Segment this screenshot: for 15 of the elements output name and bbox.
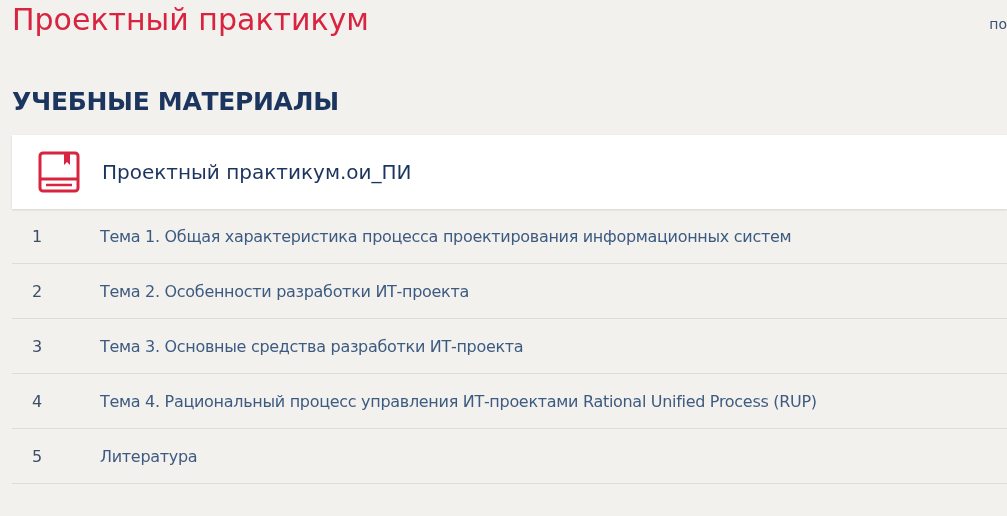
topic-number: 1 bbox=[31, 226, 44, 246]
course-title[interactable]: Проектный практикум.ои_ПИ bbox=[102, 160, 412, 184]
topic-number: 5 bbox=[31, 446, 44, 466]
topic-link[interactable]: Литература bbox=[100, 446, 198, 466]
topic-link[interactable]: Тема 1. Общая характеристика процесса проектирования информационных систем bbox=[100, 226, 792, 246]
page-title: Проектный практикум bbox=[12, 2, 369, 38]
topic-link[interactable]: Тема 4. Рациональный процесс управления ИТ-проектами Rational Unified Process (RUP) bbox=[100, 391, 817, 411]
topic-link[interactable]: Тема 3. Основные средства разработки ИТ-проекта bbox=[100, 336, 524, 356]
topic-number: 2 bbox=[31, 281, 44, 301]
section-heading: УЧЕБНЫЕ МАТЕРИАЛЫ bbox=[12, 86, 340, 118]
topic-number: 4 bbox=[31, 391, 44, 411]
topic-link[interactable]: Тема 2. Особенности разработки ИТ-проекта bbox=[100, 281, 469, 301]
book-icon bbox=[38, 151, 80, 193]
top-link[interactable]: по bbox=[989, 8, 1007, 32]
topic-number: 3 bbox=[31, 336, 44, 356]
